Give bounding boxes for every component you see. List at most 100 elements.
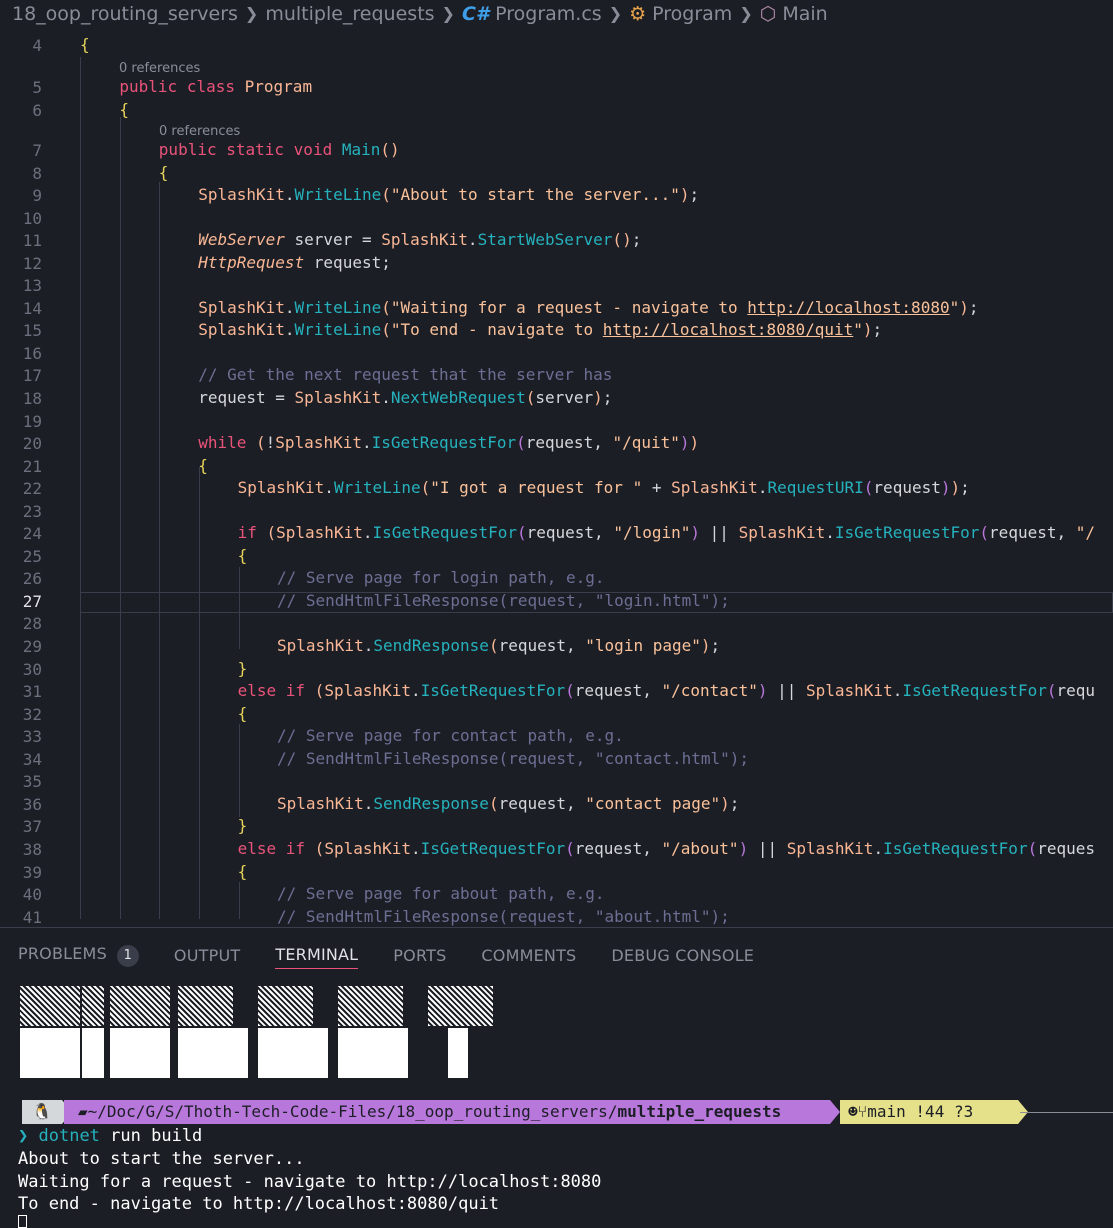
line-number: 28 bbox=[22, 614, 42, 634]
shell-prompt-bar: 🐧 ▰~/Doc/G/S/Thoth-Tech-Code-Files/18_oo… bbox=[0, 1100, 1113, 1124]
code-editor[interactable]: 0 references 0 references 4 5 6 7 8 9 10 11 12 13… bbox=[0, 27, 1113, 927]
chevron-right-icon: ❯ bbox=[244, 4, 259, 23]
line-number: 12 bbox=[22, 253, 42, 273]
code-line: else if (SplashKit.IsGetRequestFor(reque… bbox=[237, 838, 1096, 858]
line-number: 39 bbox=[22, 862, 42, 882]
terminal-cursor[interactable] bbox=[18, 1215, 27, 1228]
line-number: 26 bbox=[22, 569, 42, 589]
chevron-right-icon: ❯ bbox=[608, 4, 623, 23]
line-number: 22 bbox=[22, 479, 42, 499]
breadcrumb-file[interactable]: Program.cs bbox=[495, 3, 602, 25]
code-line: { bbox=[237, 703, 248, 723]
codelens-references[interactable]: 0 references bbox=[119, 61, 200, 76]
problems-count-badge: 1 bbox=[116, 944, 139, 967]
line-number: 30 bbox=[22, 659, 42, 679]
git-branch-icon: ⑂ bbox=[857, 1102, 868, 1121]
code-line: // SendHtmlFileResponse(request, "contac… bbox=[277, 748, 750, 768]
code-line: SplashKit.SendResponse(request, "login p… bbox=[277, 636, 721, 655]
line-number: 21 bbox=[22, 456, 42, 476]
code-line: } bbox=[237, 816, 248, 836]
line-number: 8 bbox=[32, 164, 42, 183]
line-number: 19 bbox=[22, 411, 42, 431]
code-line: while (!SplashKit.IsGetRequestFor(reques… bbox=[198, 433, 700, 453]
codelens-references[interactable]: 0 references bbox=[159, 124, 240, 139]
code-line: SplashKit.WriteLine("I got a request for… bbox=[237, 478, 970, 498]
breadcrumb-folder[interactable]: 18_oop_routing_servers bbox=[12, 3, 238, 25]
code-line: // Serve page for contact path, e.g. bbox=[277, 726, 624, 746]
line-number: 9 bbox=[32, 186, 42, 205]
code-line: SplashKit.WriteLine("To end - navigate t… bbox=[198, 320, 883, 340]
breadcrumb-class[interactable]: Program bbox=[652, 3, 732, 25]
code-line: { bbox=[198, 455, 208, 475]
line-number: 35 bbox=[22, 772, 42, 792]
line-number: 27 bbox=[22, 591, 42, 611]
terminal-output-line: About to start the server... bbox=[18, 1149, 305, 1169]
tab-output[interactable]: OUTPUT bbox=[174, 942, 240, 969]
line-number: 24 bbox=[22, 524, 42, 544]
line-number: 40 bbox=[22, 885, 42, 905]
line-number: 20 bbox=[22, 434, 42, 454]
ascii-art-logo bbox=[18, 986, 498, 1080]
line-number: 13 bbox=[22, 276, 42, 296]
code-line: { bbox=[158, 163, 169, 182]
code-line: { bbox=[237, 545, 248, 565]
code-line: else if (SplashKit.IsGetRequestFor(reque… bbox=[237, 681, 1096, 701]
line-number: 4 bbox=[32, 36, 42, 55]
code-line: { bbox=[237, 861, 248, 881]
line-number: 16 bbox=[22, 343, 42, 363]
breadcrumb-method[interactable]: Main bbox=[782, 3, 827, 25]
line-number: 18 bbox=[22, 388, 42, 408]
terminal-output-line: Waiting for a request - navigate to http… bbox=[18, 1172, 602, 1192]
line-number: 41 bbox=[22, 907, 42, 927]
code-line: request = SplashKit.NextWebRequest(serve… bbox=[198, 387, 613, 407]
line-number: 5 bbox=[32, 78, 42, 97]
code-line: // Get the next request that the server … bbox=[198, 365, 613, 385]
terminal-command-line: ❯ dotnet run build bbox=[18, 1126, 203, 1146]
code-line: // Serve page for login path, e.g. bbox=[277, 568, 605, 588]
line-number: 14 bbox=[22, 298, 42, 318]
line-number: 37 bbox=[22, 817, 42, 837]
tab-ports[interactable]: PORTS bbox=[393, 942, 446, 969]
code-line: HttpRequest request; bbox=[198, 252, 391, 272]
line-number: 7 bbox=[32, 141, 42, 160]
chevron-right-icon: ❯ bbox=[739, 4, 753, 23]
line-number: 15 bbox=[22, 321, 42, 341]
csharp-file-icon: C# bbox=[461, 2, 490, 25]
code-line: // SendHtmlFileResponse(request, "login.… bbox=[277, 590, 730, 610]
chevron-right-icon: ❯ bbox=[441, 4, 455, 23]
code-line: { bbox=[80, 35, 90, 54]
bottom-panel: PROBLEMS 1 OUTPUT TERMINAL PORTS COMMENTS… bbox=[0, 927, 1113, 1228]
terminal-output-line: To end - navigate to http://localhost:80… bbox=[18, 1194, 500, 1214]
line-number: 6 bbox=[32, 101, 42, 120]
line-number: 31 bbox=[22, 682, 42, 702]
tab-comments[interactable]: COMMENTS bbox=[481, 942, 576, 969]
method-cube-icon: ⬡ bbox=[759, 2, 777, 25]
code-line: { bbox=[119, 100, 130, 119]
breadcrumb-subfolder[interactable]: multiple_requests bbox=[265, 3, 434, 25]
code-line: public static void Main() bbox=[158, 140, 400, 159]
line-number: 23 bbox=[22, 501, 42, 521]
code-line: WebServer server = SplashKit.StartWebSer… bbox=[198, 230, 642, 250]
code-line: // SendHtmlFileResponse(request, "about.… bbox=[277, 906, 730, 926]
folder-open-icon: ▰ bbox=[78, 1102, 88, 1121]
tab-terminal[interactable]: TERMINAL bbox=[275, 941, 359, 969]
line-number: 33 bbox=[22, 727, 42, 747]
prompt-git-status: ☻⑂main !44 ?3 bbox=[840, 1100, 1018, 1124]
class-icon: ⚙ bbox=[629, 2, 647, 25]
line-number: 17 bbox=[22, 366, 42, 386]
line-number: 36 bbox=[22, 794, 42, 814]
line-number: 25 bbox=[22, 546, 42, 566]
tab-problems[interactable]: PROBLEMS 1 bbox=[18, 940, 139, 971]
breadcrumb: 18_oop_routing_servers ❯ multiple_reques… bbox=[0, 0, 1113, 27]
code-line: if (SplashKit.IsGetRequestFor(request, "… bbox=[237, 523, 1096, 543]
code-line: // Serve page for about path, e.g. bbox=[277, 884, 605, 904]
line-number: 32 bbox=[22, 704, 42, 724]
line-number: 38 bbox=[22, 839, 42, 859]
github-icon: ☻ bbox=[848, 1102, 858, 1121]
code-line: SplashKit.WriteLine("Waiting for a reque… bbox=[198, 297, 979, 317]
tab-debug-console[interactable]: DEBUG CONSOLE bbox=[611, 942, 754, 969]
line-number: 11 bbox=[22, 231, 42, 251]
line-number: 29 bbox=[22, 637, 42, 656]
prompt-path: ▰~/Doc/G/S/Thoth-Tech-Code-Files/18_oop_… bbox=[64, 1100, 830, 1124]
code-line: SplashKit.WriteLine("About to start the … bbox=[198, 185, 700, 204]
